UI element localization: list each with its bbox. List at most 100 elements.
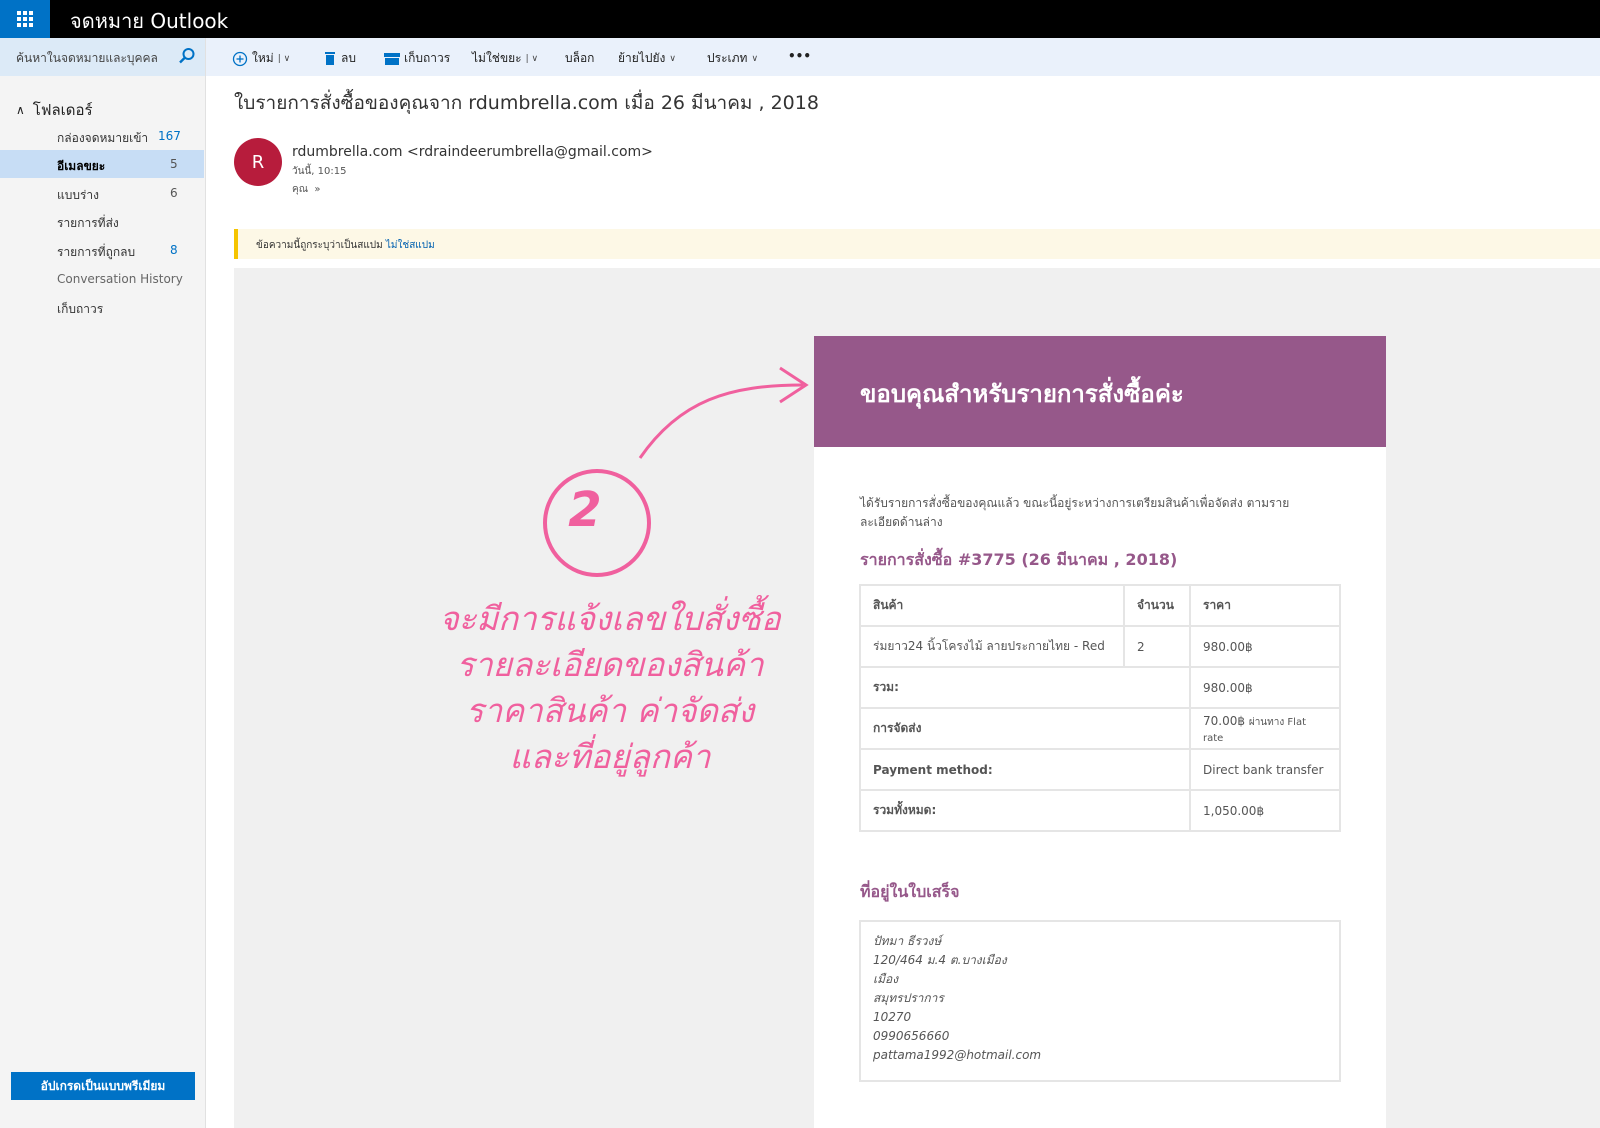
order-heading: รายการสั่งซื้อ #3775 (26 มีนาคม , 2018): [860, 550, 1178, 569]
column-header: สินค้า: [859, 584, 1125, 627]
recipient[interactable]: คุณ »: [292, 182, 320, 197]
folder-count: 8: [170, 243, 178, 257]
spam-notice-text: ข้อความนี้ถูกระบุว่าเป็นสแปม: [256, 240, 383, 251]
category-label: ประเภท: [707, 51, 748, 65]
order-table: สินค้า จำนวน ราคา ร่มยาว24 นิ้วโครงไม้ ล…: [859, 584, 1341, 832]
folder-pane: ∧ โฟลเดอร์ กล่องจดหมายเข้า 167 อีเมลขยะ …: [0, 76, 206, 1128]
folder-label: รายการที่ถูกลบ: [57, 245, 136, 259]
block-label: บล็อก: [565, 51, 595, 65]
not-junk-label: ไม่ใช่ขยะ: [472, 51, 522, 65]
billing-address-box: ปัทมา ธีรวงษ์ 120/464 ม.4 ต.บางเมือง เมื…: [859, 920, 1341, 1082]
chevron-down-icon[interactable]: | ∨: [278, 54, 290, 64]
spam-notice: ข้อความนี้ถูกระบุว่าเป็นสแปม ไม่ใช่สแปม: [256, 238, 435, 253]
avatar[interactable]: R: [234, 138, 282, 186]
message-subject: ใบรายการสั่งซื้อของคุณจาก rdumbrella.com…: [234, 92, 819, 114]
chevron-down-icon: ∨: [669, 53, 676, 64]
annotation-line: ราคาสินค้า ค่าจัดส่ง: [465, 691, 755, 730]
address-line: เมือง: [873, 972, 899, 986]
item-name: ร่มยาว24 นิ้วโครงไม้ ลายประกายไทย - Red: [859, 625, 1125, 668]
message-date: วันนี้, 10:15: [292, 166, 347, 177]
top-bar: จดหมาย Outlook: [0, 0, 1600, 38]
payment-value: Direct bank transfer: [1189, 748, 1341, 791]
chevron-down-icon[interactable]: | ∨: [526, 54, 538, 64]
not-spam-link[interactable]: ไม่ใช่สแปม: [386, 240, 435, 251]
archive-label: เก็บถาวร: [404, 51, 451, 65]
total-value: 1,050.00฿: [1189, 789, 1341, 832]
shipping-value: 70.00฿: [1203, 713, 1245, 728]
email-header-title: ขอบคุณสำหรับรายการสั่งซื้อค่ะ: [860, 380, 1184, 408]
address-line: ปัทมา ธีรวงษ์: [873, 934, 942, 948]
command-toolbar: ใหม่ | ∨ ลบ เก็บถาวร ไม่ใช่ขยะ | ∨ บล็อก…: [206, 38, 1600, 76]
folder-label: Conversation History: [57, 272, 183, 286]
table-header-row: สินค้า จำนวน ราคา: [859, 584, 1341, 627]
shipping-cell: 70.00฿ ผ่านทาง Flat rate: [1189, 707, 1341, 750]
annotation-line: รายละเอียดของสินค้า: [456, 645, 764, 684]
address-line: สมุทรปราการ: [873, 991, 944, 1005]
delete-button[interactable]: ลบ: [323, 49, 356, 68]
table-row: Payment method: Direct bank transfer: [859, 748, 1341, 791]
folder-label: รายการที่ส่ง: [57, 216, 119, 230]
email-intro: ได้รับรายการสั่งซื้อของคุณแล้ว ขณะนี้อยู…: [860, 496, 1290, 529]
app-launcher-button[interactable]: [0, 0, 50, 38]
more-button[interactable]: •••: [788, 49, 811, 63]
folder-drafts[interactable]: แบบร่าง 6: [0, 179, 204, 207]
trash-icon: [325, 52, 335, 65]
address-line[interactable]: pattama1992@hotmail.com: [873, 1046, 1041, 1065]
column-header: จำนวน: [1123, 584, 1191, 627]
upgrade-premium-button[interactable]: อัปเกรดเป็นแบบพรีเมียม: [11, 1072, 195, 1100]
archive-icon: [384, 52, 400, 65]
block-button[interactable]: บล็อก: [565, 49, 594, 68]
search-placeholder: ค้นหาในจดหมายและบุคคล: [16, 51, 158, 65]
move-to-button[interactable]: ย้ายไปยัง ∨: [618, 49, 676, 68]
search-input[interactable]: ค้นหาในจดหมายและบุคคล: [0, 38, 206, 76]
item-qty: 2: [1123, 625, 1191, 668]
annotation-number: 2: [568, 482, 602, 538]
waffle-icon: [17, 11, 33, 27]
item-price: 980.00฿: [1189, 625, 1341, 668]
folder-count: 6: [170, 186, 178, 200]
recipient-label: คุณ: [292, 184, 308, 195]
address-line: 0990656660: [873, 1029, 950, 1043]
folder-deleted[interactable]: รายการที่ถูกลบ 8: [0, 236, 204, 264]
folder-sent[interactable]: รายการที่ส่ง: [0, 207, 204, 235]
chevron-up-icon: ∧: [16, 103, 25, 117]
annotation-line: จะมีการแจ้งเลขใบสั่งซื้อ: [439, 599, 781, 638]
table-row: การจัดส่ง 70.00฿ ผ่านทาง Flat rate: [859, 707, 1341, 750]
new-label: ใหม่: [252, 51, 274, 65]
folder-label: เก็บถาวร: [57, 302, 104, 316]
total-label: รวมทั้งหมด:: [859, 789, 1191, 832]
search-icon[interactable]: [178, 47, 196, 65]
address-line: 10270: [873, 1010, 912, 1024]
category-button[interactable]: ประเภท ∨: [707, 49, 758, 68]
folder-archive[interactable]: เก็บถาวร: [0, 293, 204, 321]
not-junk-button[interactable]: ไม่ใช่ขยะ | ∨: [472, 49, 538, 68]
folder-count: 167: [158, 129, 181, 143]
annotation-line: และที่อยู่ลูกค้า: [509, 737, 711, 776]
order-email-card: ขอบคุณสำหรับรายการสั่งซื้อค่ะ ได้รับรายก…: [814, 336, 1386, 1128]
spam-notice-bar: ข้อความนี้ถูกระบุว่าเป็นสแปม ไม่ใช่สแปม: [234, 229, 1600, 259]
subtotal-value: 980.00฿: [1189, 666, 1341, 709]
column-header: ราคา: [1189, 584, 1341, 627]
email-header-banner: ขอบคุณสำหรับรายการสั่งซื้อค่ะ: [814, 336, 1386, 447]
expand-icon[interactable]: »: [311, 184, 320, 195]
new-button[interactable]: ใหม่ | ∨: [232, 49, 290, 68]
subtotal-label: รวม:: [859, 666, 1191, 709]
delete-label: ลบ: [341, 51, 356, 65]
more-icon: •••: [788, 49, 812, 63]
plus-circle-icon: [232, 51, 248, 66]
folder-inbox[interactable]: กล่องจดหมายเข้า 167: [0, 122, 204, 150]
address-line: 120/464 ม.4 ต.บางเมือง: [873, 953, 1007, 967]
app-title[interactable]: จดหมาย Outlook: [70, 5, 228, 37]
billing-address-heading: ที่อยู่ในใบเสร็จ: [860, 882, 960, 901]
folders-header[interactable]: ∧ โฟลเดอร์: [16, 98, 93, 122]
annotation-text: จะมีการแจ้งเลขใบสั่งซื้อ รายละเอียดของสิ…: [400, 596, 820, 780]
folder-count: 5: [170, 157, 178, 171]
folder-label: กล่องจดหมายเข้า: [57, 131, 149, 145]
move-label: ย้ายไปยัง: [618, 51, 666, 65]
folder-junk[interactable]: อีเมลขยะ 5: [0, 150, 204, 178]
chevron-down-icon: ∨: [751, 53, 759, 64]
payment-label: Payment method:: [859, 748, 1191, 791]
folder-conversation-history[interactable]: Conversation History: [0, 265, 204, 293]
sender[interactable]: rdumbrella.com <rdraindeerumbrella@gmail…: [292, 144, 653, 160]
archive-button[interactable]: เก็บถาวร: [384, 49, 450, 68]
